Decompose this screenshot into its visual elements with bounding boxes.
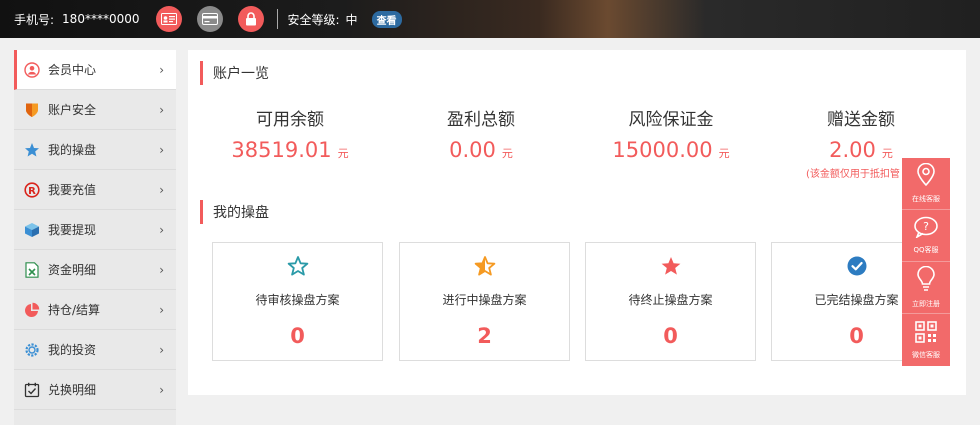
svg-text:?: ? — [923, 220, 929, 233]
my-trading-title: 我的操盘 — [200, 200, 269, 224]
box-icon — [24, 222, 40, 238]
sidebar-item-label: 会员中心 — [48, 63, 97, 77]
card-label: 待终止操盘方案 — [628, 293, 713, 307]
wechat-service-button[interactable]: 微信客服 — [902, 314, 950, 366]
divider — [276, 9, 278, 29]
id-card-icon[interactable] — [155, 6, 182, 32]
sidebar: 会员中心 › 账户安全 › 我的操盘 › R 我要充值 › 我要提现 › 资金明… — [14, 50, 176, 425]
recharge-icon: R — [24, 181, 40, 198]
chevron-right-icon: › — [159, 383, 164, 397]
spreadsheet-icon — [24, 261, 40, 278]
stat-label: 风险保证金 — [628, 110, 714, 130]
shield-icon — [24, 102, 40, 118]
stat-label: 可用余额 — [256, 110, 324, 130]
float-label: 在线客服 — [912, 195, 940, 203]
card-count: 0 — [290, 324, 305, 348]
sidebar-item-label: 账户安全 — [48, 103, 97, 117]
star-icon — [24, 142, 40, 158]
calendar-check-icon — [24, 382, 40, 398]
stat-label: 赠送金额 — [827, 110, 895, 130]
sidebar-item-fund-details[interactable]: 资金明细 › — [14, 250, 176, 290]
phone-label: 手机号: — [14, 12, 55, 27]
card-in-progress[interactable]: 进行中操盘方案 2 — [399, 242, 570, 361]
stat-value: 38519.01 元 — [205, 138, 375, 162]
register-now-button[interactable]: 立即注册 — [902, 262, 950, 314]
user-icon — [24, 61, 40, 78]
chevron-right-icon: › — [159, 223, 164, 237]
sidebar-item-label: 我的投资 — [48, 343, 97, 357]
sidebar-item-label: 我的操盘 — [48, 143, 97, 157]
sidebar-item-exchange-details[interactable]: 兑换明细 › — [14, 370, 176, 410]
lightbulb-icon — [916, 265, 936, 296]
star-outline-icon — [213, 255, 382, 279]
qq-service-button[interactable]: ? QQ客服 — [902, 210, 950, 262]
stat-value: 0.00 元 — [396, 138, 566, 162]
sidebar-item-my-investment[interactable]: 我的投资 › — [14, 330, 176, 370]
qr-code-icon — [915, 320, 937, 347]
security-check-button[interactable]: 查看 — [371, 10, 402, 28]
star-filled-icon — [586, 255, 755, 279]
float-label: 微信客服 — [912, 350, 940, 359]
sidebar-item-account-security[interactable]: 账户安全 › — [14, 90, 176, 130]
card-count: 2 — [477, 324, 492, 348]
security-level-label: 安全等级: — [287, 12, 340, 27]
stat-unit: 元 — [718, 147, 730, 160]
stat-gift-amount: 赠送金额 2.00 元 — [776, 105, 946, 162]
main-panel: 账户一览 可用余额 38519.01 元 盈利总额 0.00 元 风险保证金 150… — [188, 50, 966, 395]
stat-unit: 元 — [337, 147, 349, 160]
bank-card-icon[interactable] — [196, 6, 223, 32]
location-pin-icon — [916, 162, 936, 191]
security-level-value: 中 — [345, 12, 358, 27]
gift-amount-note: (该金额仅用于抵扣管 — [806, 169, 900, 180]
card-count: 0 — [663, 324, 678, 348]
stat-number: 2.00 — [829, 138, 876, 162]
stat-total-profit: 盈利总额 0.00 元 — [396, 105, 566, 162]
float-label: 立即注册 — [912, 300, 940, 308]
online-service-button[interactable]: 在线客服 — [902, 158, 950, 210]
stat-available-balance: 可用余额 38519.01 元 — [205, 105, 375, 162]
gear-icon — [24, 342, 40, 358]
chevron-right-icon: › — [159, 63, 164, 77]
stat-number: 0.00 — [449, 138, 496, 162]
sidebar-item-label: 资金明细 — [48, 263, 97, 277]
sidebar-item-recharge[interactable]: R 我要充值 › — [14, 170, 176, 210]
account-overview-title: 账户一览 — [200, 61, 269, 85]
sidebar-item-label: 兑换明细 — [48, 383, 97, 397]
lock-icon[interactable] — [237, 6, 264, 32]
floating-service-panel: 在线客服 ? QQ客服 立即注册 微信客服 — [902, 158, 950, 366]
card-label: 待审核操盘方案 — [255, 293, 340, 307]
chevron-right-icon: › — [159, 143, 164, 157]
top-bar: 手机号: 180****0000 安全等级: 中 查看 — [0, 0, 980, 38]
stat-number: 38519.01 — [231, 138, 332, 162]
stat-value: 15000.00 元 — [586, 138, 756, 162]
stat-label: 盈利总额 — [447, 110, 515, 130]
sidebar-item-label: 我要充值 — [48, 183, 97, 197]
stat-risk-deposit: 风险保证金 15000.00 元 — [586, 105, 756, 162]
stat-unit: 元 — [501, 147, 513, 160]
card-pending-termination[interactable]: 待终止操盘方案 0 — [585, 242, 756, 361]
sidebar-item-withdraw[interactable]: 我要提现 › — [14, 210, 176, 250]
chevron-right-icon: › — [159, 263, 164, 277]
float-label: QQ客服 — [913, 246, 939, 254]
star-half-icon — [400, 255, 569, 279]
sidebar-item-my-trading[interactable]: 我的操盘 › — [14, 130, 176, 170]
sidebar-item-label: 持仓/结算 — [48, 303, 101, 317]
sidebar-item-label: 我要提现 — [48, 223, 97, 237]
pie-chart-icon — [24, 302, 40, 318]
chevron-right-icon: › — [159, 303, 164, 317]
sidebar-item-positions[interactable]: 持仓/结算 › — [14, 290, 176, 330]
svg-text:R: R — [28, 185, 36, 196]
chevron-right-icon: › — [159, 343, 164, 357]
card-pending-review[interactable]: 待审核操盘方案 0 — [212, 242, 383, 361]
stat-number: 15000.00 — [612, 138, 713, 162]
card-label: 进行中操盘方案 — [442, 293, 527, 307]
chevron-right-icon: › — [159, 103, 164, 117]
chevron-right-icon: › — [159, 183, 164, 197]
stat-unit: 元 — [881, 147, 893, 160]
phone-value: 180****0000 — [62, 12, 140, 26]
sidebar-item-member-center[interactable]: 会员中心 › — [14, 50, 176, 90]
question-bubble-icon: ? — [913, 216, 939, 242]
